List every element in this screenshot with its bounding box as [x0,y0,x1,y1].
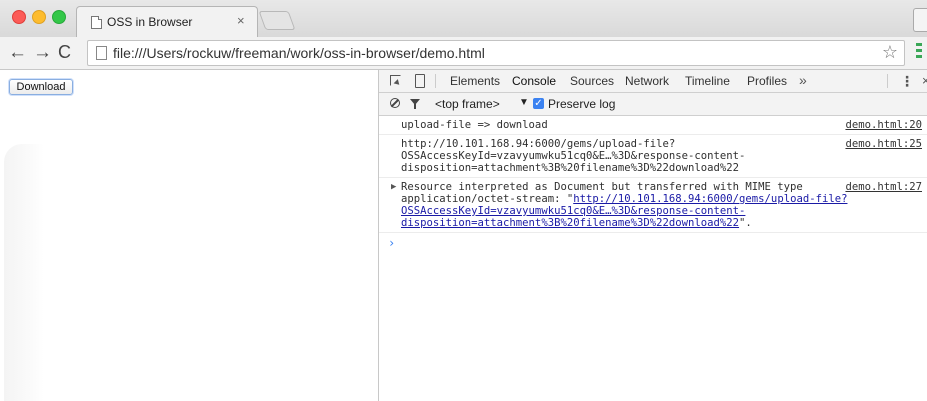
download-button[interactable]: Download [9,79,73,95]
forward-button[interactable]: → [33,42,52,64]
zoom-window-button[interactable] [52,10,66,24]
devtools-tab-bar: Elements Console Sources Network Timelin… [379,70,927,93]
page-viewport: Download [0,70,378,401]
resource-link[interactable]: OSSAccessKeyId=vzavyumwku51cq0&E…%3D&res… [401,205,745,217]
new-tab-button[interactable] [258,11,296,30]
message-text: OSSAccessKeyId=vzavyumwku51cq0&E…%3D&res… [401,150,746,162]
devtools-menu-icon[interactable]: ⋮ [900,73,914,90]
resource-link[interactable]: http://10.101.168.94:6000/gems/upload-fi… [573,193,847,205]
source-link[interactable]: demo.html:20 [845,119,922,131]
tab-close-icon[interactable]: × [237,13,245,28]
page-icon [91,16,102,29]
browser-toolbar: ← → C file:///Users/rockuw/freeman/work/… [0,37,927,70]
expand-triangle-icon[interactable]: ▶ [391,181,396,193]
address-bar[interactable]: file:///Users/rockuw/freeman/work/oss-in… [87,40,905,66]
resource-link[interactable]: disposition=attachment%3B%20filename%3D%… [401,217,739,229]
source-link[interactable]: demo.html:27 [845,181,922,193]
preserve-log-checkbox[interactable]: ✓ [533,98,544,109]
bookmark-star-icon[interactable]: ☆ [882,42,898,63]
profile-button[interactable] [913,8,927,32]
browser-tab[interactable]: OSS in Browser × [76,6,258,38]
page-decoration [4,144,44,401]
chevron-down-icon[interactable]: ▼ [519,97,529,108]
close-window-button[interactable] [12,10,26,24]
console-toolbar: <top frame> ▼ ✓ Preserve log [379,93,927,116]
message-line: application/octet-stream: "http://10.101… [401,193,927,205]
message-line: disposition=attachment%3B%20filename%3D%… [401,217,927,229]
console-message: upload-file => download demo.html:20 [379,116,927,135]
more-tabs-icon[interactable]: » [799,72,807,88]
tab-console[interactable]: Console [512,74,556,88]
frame-selector[interactable]: <top frame> [435,97,500,111]
divider [435,74,436,88]
preserve-log-label[interactable]: Preserve log [548,97,615,111]
console-prompt[interactable]: › [379,233,927,253]
message-text: disposition=attachment%3B%20filename%3D%… [401,162,740,174]
devtools-panel: Elements Console Sources Network Timelin… [378,70,927,401]
console-warning-message: ▶ Resource interpreted as Document but t… [379,178,927,233]
tab-profiles[interactable]: Profiles [747,74,787,88]
tab-strip: OSS in Browser × [0,0,927,38]
reload-button[interactable]: C [58,42,71,63]
tab-sources[interactable]: Sources [570,74,614,88]
back-button[interactable]: ← [8,42,27,64]
device-mode-icon[interactable] [415,74,425,88]
filter-icon[interactable] [410,99,420,109]
divider [887,74,888,88]
tab-elements[interactable]: Elements [450,74,500,88]
url-text[interactable]: file:///Users/rockuw/freeman/work/oss-in… [113,45,485,61]
tab-timeline[interactable]: Timeline [685,74,730,88]
tab-network[interactable]: Network [625,74,669,88]
page-icon [96,46,107,60]
mime-text: application/octet-stream: " [401,193,574,205]
message-line: OSSAccessKeyId=vzavyumwku51cq0&E…%3D&res… [401,205,927,217]
message-suffix: ". [739,217,752,229]
clear-console-icon[interactable] [390,98,400,108]
minimize-window-button[interactable] [32,10,46,24]
tab-title: OSS in Browser [107,15,193,29]
source-link[interactable]: demo.html:25 [845,138,922,150]
inspect-element-icon[interactable] [390,75,401,86]
browser-menu-icon[interactable] [912,43,927,61]
devtools-close-icon[interactable]: × [922,73,927,88]
console-output: upload-file => download demo.html:20 htt… [379,116,927,253]
console-message: http://10.101.168.94:6000/gems/upload-fi… [379,135,927,178]
